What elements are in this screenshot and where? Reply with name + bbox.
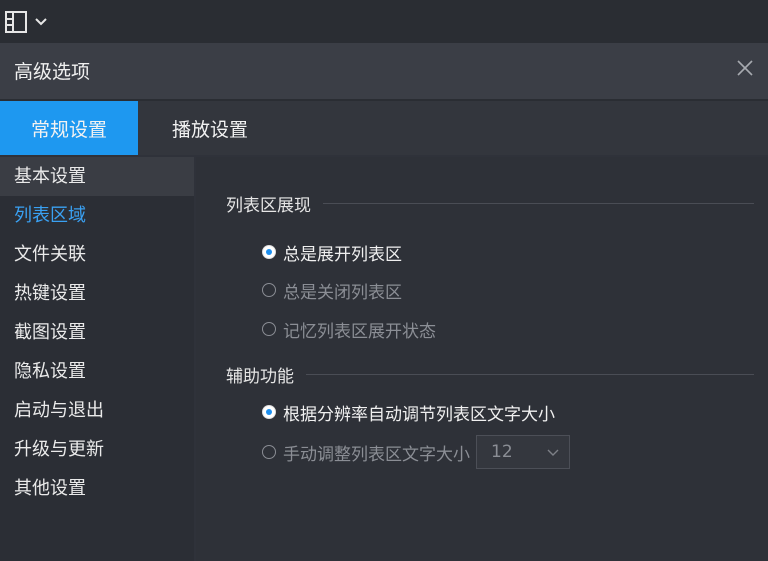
section-assist: 辅助功能 [226,362,754,387]
radio-auto-font-size[interactable]: 根据分辨率自动调节列表区文字大小 [262,400,555,425]
tab-general-settings[interactable]: 常规设置 [0,101,138,155]
radio-button[interactable] [262,445,276,459]
section-heading: 辅助功能 [226,366,294,387]
sidebar-item-hotkeys[interactable]: 热键设置 [0,274,194,313]
font-size-select[interactable]: 12 [476,435,570,469]
radio-always-expand[interactable]: 总是展开列表区 [262,240,402,265]
radio-manual-font-size[interactable]: 手动调整列表区文字大小 12 [262,435,570,469]
settings-content: 列表区展现 总是展开列表区 总是关闭列表区 记忆列表区展开状态 辅助功能 根据分… [196,157,768,561]
radio-button[interactable] [262,322,276,336]
top-bar [0,0,768,43]
radio-button-checked[interactable] [262,405,276,419]
sidebar-item-basic[interactable]: 基本设置 [0,157,194,196]
radio-button[interactable] [262,283,276,297]
divider [323,202,754,204]
sidebar-item-other[interactable]: 其他设置 [0,469,194,508]
radio-button-checked[interactable] [262,245,276,259]
dialog-title: 高级选项 [14,61,91,83]
radio-always-collapse[interactable]: 总是关闭列表区 [262,278,402,303]
settings-sidebar: 基本设置 列表区域 文件关联 热键设置 截图设置 隐私设置 启动与退出 升级与更… [0,157,194,561]
tab-playback-settings[interactable]: 播放设置 [140,101,280,155]
main-menu-button[interactable] [0,8,48,36]
sidebar-item-privacy[interactable]: 隐私设置 [0,352,194,391]
sidebar-item-upgrade[interactable]: 升级与更新 [0,430,194,469]
sidebar-item-list-area[interactable]: 列表区域 [0,196,194,235]
chevron-down-icon [547,442,559,462]
radio-label: 总是关闭列表区 [283,282,402,303]
settings-tabs: 常规设置 播放设置 [0,101,768,155]
close-button[interactable] [732,57,758,83]
font-size-value: 12 [491,442,513,462]
sidebar-item-startup-exit[interactable]: 启动与退出 [0,391,194,430]
radio-label: 记忆列表区展开状态 [283,321,436,342]
radio-label: 根据分辨率自动调节列表区文字大小 [283,404,555,425]
sidebar-item-file-association[interactable]: 文件关联 [0,235,194,274]
radio-remember-state[interactable]: 记忆列表区展开状态 [262,317,436,342]
dialog-titlebar: 高级选项 [0,43,768,101]
radio-label: 手动调整列表区文字大小 [283,444,470,465]
chevron-down-icon [34,17,48,27]
radio-label: 总是展开列表区 [283,244,402,265]
close-icon [736,59,754,81]
section-list-display: 列表区展现 [226,191,754,216]
advanced-options-dialog: 高级选项 常规设置 播放设置 基本设置 列表区域 文件关联 热键设置 截图设置 … [0,43,768,561]
divider [306,373,754,375]
sidebar-item-screenshot[interactable]: 截图设置 [0,313,194,352]
menu-grid-icon [4,10,28,34]
section-heading: 列表区展现 [226,195,311,216]
